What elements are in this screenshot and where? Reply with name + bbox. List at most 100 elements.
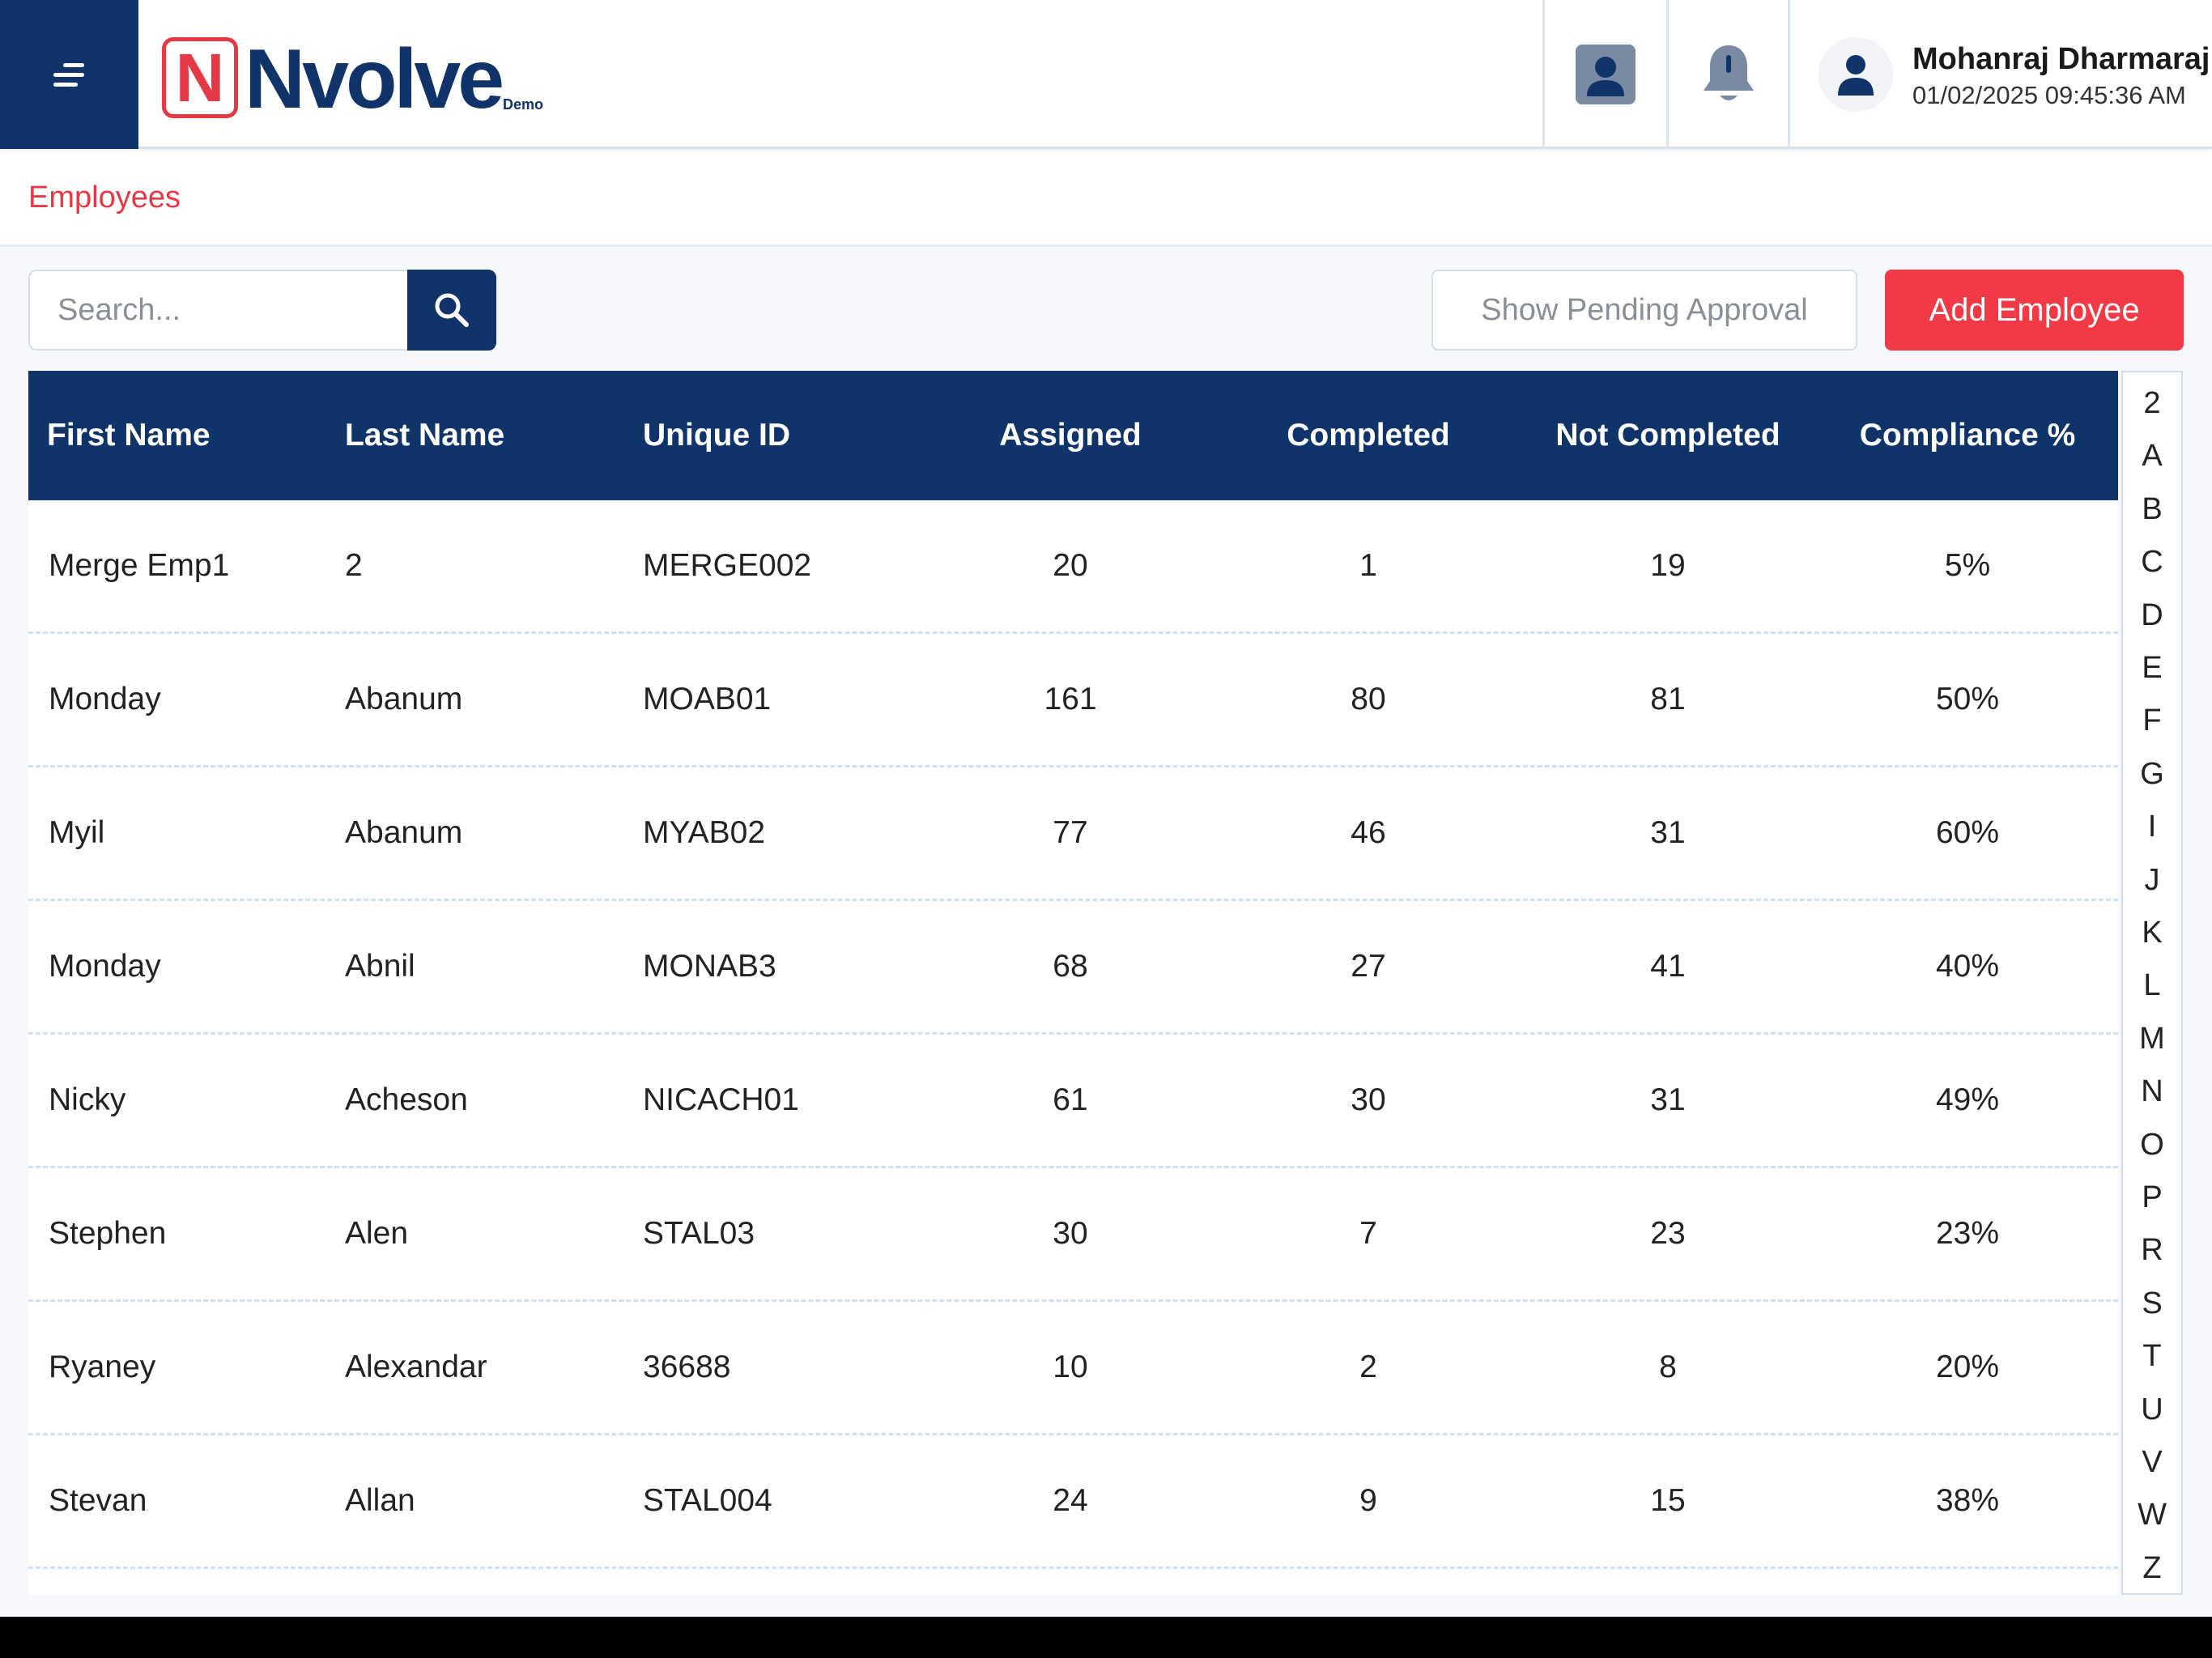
table-row[interactable]: Nicky Acheson NICACH01 61 30 31 49% [28,1035,2118,1168]
cell-not-completed: 41 [1650,949,1686,984]
cell-first-name: Stevan [49,1483,147,1518]
employees-panel: Show Pending Approval Add Employee First… [0,248,2212,1617]
alphabet-index-letter[interactable]: L [2123,959,2181,1013]
column-header-compliance[interactable]: Compliance % [1830,371,2105,500]
cell-compliance: 23% [1935,1216,2000,1251]
table-header: First Name Last Name Unique ID Assigned … [28,371,2118,500]
cell-completed: 27 [1351,949,1386,984]
alphabet-index-letter[interactable]: O [2123,1119,2181,1172]
cell-first-name: Monday [49,949,161,984]
brand-name: Nvolve [245,32,504,127]
table-row[interactable]: Monday Abanum MOAB01 161 80 81 50% [28,634,2118,767]
cell-unique-id: NICACH01 [643,1082,799,1117]
cell-last-name: Abanum [345,682,463,716]
table-row[interactable]: Monday Abnil MONAB3 68 27 41 40% [28,901,2118,1035]
cell-compliance: 40% [1935,949,2000,984]
alphabet-index-letter[interactable]: Z [2123,1542,2181,1596]
alphabet-index-letter[interactable]: N [2123,1065,2181,1119]
alphabet-index-letter[interactable]: E [2123,642,2181,695]
cell-assigned: 161 [1044,682,1097,716]
cell-assigned: 30 [1053,1216,1088,1251]
table-row[interactable]: Ryaney Alexandar 36688 10 2 8 20% [28,1302,2118,1435]
column-header-first-name[interactable]: First Name [47,371,314,500]
cell-first-name: Merge Emp1 [49,548,230,583]
alphabet-index-letter[interactable]: M [2123,1013,2181,1066]
search-icon [435,293,469,327]
user-avatar-button[interactable] [1819,0,1893,149]
table-row[interactable]: Stephen Alen STAL03 30 7 23 23% [28,1168,2118,1302]
cell-not-completed: 31 [1650,1082,1686,1117]
alphabet-index-letter[interactable]: 2 [2123,377,2181,431]
alphabet-index-letter[interactable]: F [2123,695,2181,748]
cell-first-name: Myil [49,815,105,850]
search-button[interactable] [407,270,496,351]
cell-first-name: Stephen [49,1216,167,1251]
brand-mark: N [162,37,238,118]
column-header-completed[interactable]: Completed [1247,371,1490,500]
column-header-last-name[interactable]: Last Name [345,371,612,500]
employees-table: First Name Last Name Unique ID Assigned … [28,371,2118,1595]
column-header-unique-id[interactable]: Unique ID [643,371,910,500]
cell-not-completed: 23 [1650,1216,1686,1251]
cell-last-name: 2 [345,548,363,583]
alphabet-index-letter[interactable]: R [2123,1224,2181,1278]
brand-logo: N Nvolve Demo [162,32,544,127]
show-pending-approval-button[interactable]: Show Pending Approval [1431,270,1857,351]
cell-unique-id: MYAB02 [643,815,766,850]
alphabet-index-letter[interactable]: S [2123,1278,2181,1331]
cell-first-name: Monday [49,682,161,716]
cell-not-completed: 19 [1650,548,1686,583]
alphabet-index-letter[interactable]: A [2123,430,2181,483]
avatar [1819,37,1893,112]
alphabet-index-letter[interactable]: V [2123,1436,2181,1490]
cell-not-completed: 81 [1650,682,1686,716]
alphabet-index-letter[interactable]: G [2123,748,2181,801]
cell-last-name: Alen [345,1216,409,1251]
brand-letter: N [175,40,225,116]
alphabet-index-letter[interactable]: J [2123,854,2181,908]
cell-first-name: Nicky [49,1082,126,1117]
column-header-not-completed[interactable]: Not Completed [1530,371,1806,500]
table-row[interactable]: Myil Abanum MYAB02 77 46 31 60% [28,767,2118,901]
alphabet-index-letter[interactable]: I [2123,801,2181,854]
cell-compliance: 50% [1935,682,2000,716]
alphabet-index-letter[interactable]: T [2123,1330,2181,1384]
column-header-assigned[interactable]: Assigned [949,371,1192,500]
alphabet-index-letter[interactable]: W [2123,1489,2181,1542]
cell-assigned: 10 [1053,1350,1088,1384]
table-row[interactable]: Merge Emp1 2 MERGE002 20 1 19 5% [28,500,2118,634]
cell-compliance: 60% [1935,815,2000,850]
search-input[interactable] [28,270,407,351]
bell-icon [1703,45,1754,100]
cell-unique-id: MERGE002 [643,548,812,583]
alphabet-index-letter[interactable]: K [2123,907,2181,960]
cell-assigned: 24 [1053,1483,1088,1518]
add-employee-button[interactable]: Add Employee [1885,270,2184,351]
profile-card-button[interactable] [1545,0,1666,149]
table-row[interactable]: Stevan Allan STAL004 24 9 15 38% [28,1435,2118,1569]
cell-assigned: 77 [1053,815,1088,850]
cell-completed: 1 [1359,548,1377,583]
alphabet-index-letter[interactable]: U [2123,1384,2181,1437]
alphabet-index-letter[interactable]: B [2123,483,2181,537]
cell-compliance: 38% [1935,1483,2000,1518]
alphabet-index-letter[interactable]: P [2123,1171,2181,1225]
breadcrumb-employees[interactable]: Employees [28,181,181,215]
user-name: Mohanraj Dharmaraj [1912,42,2210,76]
brand-tag: Demo [503,96,544,113]
cell-compliance: 49% [1935,1082,2000,1117]
user-datetime: 01/02/2025 09:45:36 AM [1912,81,2186,109]
menu-button[interactable] [0,0,138,149]
cell-compliance: 5% [1944,548,1991,583]
cell-completed: 7 [1359,1216,1377,1251]
cell-assigned: 68 [1053,949,1088,984]
alphabet-index-letter[interactable]: C [2123,536,2181,589]
header-divider [1788,0,1790,149]
cell-last-name: Allan [345,1483,415,1518]
alphabet-index-letter[interactable]: D [2123,589,2181,643]
notifications-button[interactable] [1669,0,1788,149]
cell-last-name: Abnil [345,949,415,984]
cell-not-completed: 31 [1650,815,1686,850]
profile-card-icon [1576,45,1636,104]
cell-last-name: Abanum [345,815,463,850]
